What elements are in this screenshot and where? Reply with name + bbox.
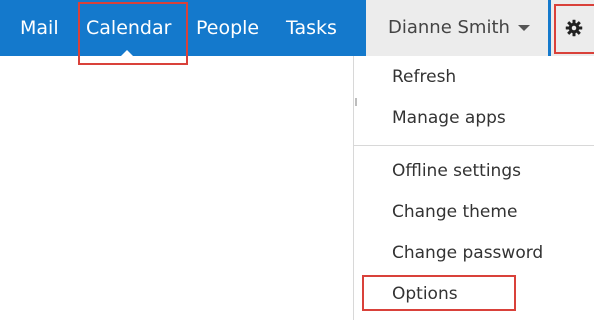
nav-item-people[interactable]: People [196, 0, 259, 56]
app-screen: Mail Calendar People Tasks Dianne Smith [0, 0, 594, 320]
nav-item-calendar[interactable]: Calendar [86, 0, 171, 56]
menu-item-change-theme[interactable]: Change theme [392, 197, 517, 227]
menu-separator [354, 145, 594, 146]
gear-icon [565, 19, 583, 37]
menu-item-refresh[interactable]: Refresh [392, 62, 456, 92]
settings-dropdown-menu: Refresh Manage apps Offline settings Cha… [353, 56, 594, 320]
nav-item-tasks[interactable]: Tasks [286, 0, 337, 56]
user-menu-button[interactable]: Dianne Smith [366, 0, 548, 56]
menu-item-manage-apps[interactable]: Manage apps [392, 103, 506, 133]
settings-button[interactable] [551, 0, 594, 56]
menu-item-offline-settings[interactable]: Offline settings [392, 156, 521, 186]
menu-item-options[interactable]: Options [392, 279, 458, 309]
active-nav-indicator [120, 50, 134, 57]
top-navigation-bar: Mail Calendar People Tasks Dianne Smith [0, 0, 594, 57]
stray-mark [355, 98, 357, 106]
user-name: Dianne Smith [388, 17, 510, 38]
menu-item-change-password[interactable]: Change password [392, 238, 543, 268]
chevron-down-icon [518, 25, 530, 31]
nav-item-mail[interactable]: Mail [20, 0, 59, 56]
